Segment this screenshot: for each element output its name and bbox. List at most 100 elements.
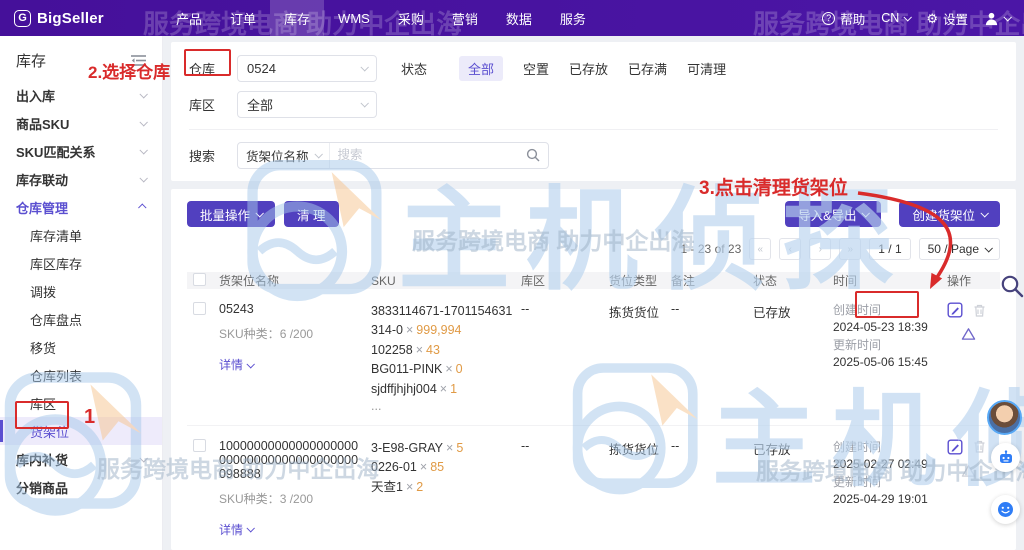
top-navbar: G BigSeller 产品 订单 库存 WMS 采购 营销 数据 服务 ? 帮… <box>0 0 1024 39</box>
sidebar-item-move-goods[interactable]: 移货 <box>0 333 162 361</box>
bigseller-app: G BigSeller 产品 订单 库存 WMS 采购 营销 数据 服务 ? 帮… <box>0 0 1024 550</box>
status-option-full[interactable]: 已存满 <box>628 59 667 78</box>
toolbar: 批量操作 清 理 导入&导出 创建货架位 <box>187 201 1000 227</box>
chevron-down-icon <box>246 524 255 533</box>
status-value: 已存放 <box>753 442 791 457</box>
detail-toggle[interactable]: 详情 <box>219 356 255 373</box>
sidebar-item-zone-stock[interactable]: 库区库存 <box>0 249 162 277</box>
chevron-down-icon <box>980 209 989 218</box>
sidebar-item-stock-list[interactable]: 库存清单 <box>0 221 162 249</box>
time-cell: 创建时间 2024-05-23 18:39 更新时间 2025-05-06 15… <box>833 303 928 370</box>
sidebar-item-product-sku[interactable]: 商品SKU <box>0 109 162 137</box>
row-checkbox[interactable] <box>193 302 206 315</box>
table-header: 货架位名称 SKU 库区 货位类型 备注 状态 时间 操作 <box>187 272 1000 289</box>
create-shelf-button[interactable]: 创建货架位 <box>899 201 1000 227</box>
zone-value: -- <box>521 302 530 316</box>
chevron-down-icon <box>246 359 255 369</box>
zone-value: -- <box>521 438 530 453</box>
filter-panel: 仓库 0524 状态 全部 空置 已存放 已存满 可清理 库区 全部 搜索 货架… <box>171 42 1016 181</box>
sidebar-item-inout[interactable]: 出入库 <box>0 81 162 109</box>
status-option-all[interactable]: 全部 <box>459 55 504 81</box>
status-label: 状态 <box>401 61 428 77</box>
status-filter: 全部 空置 已存放 已存满 可清理 <box>459 55 726 81</box>
page-indicator[interactable]: 1 / 1 <box>869 238 911 260</box>
bigseller-logo-icon: G <box>14 9 31 27</box>
chevron-down-icon <box>861 209 871 218</box>
feedback-button[interactable] <box>991 495 1020 524</box>
main-content: 仓库 0524 状态 全部 空置 已存放 已存满 可清理 库区 全部 搜索 货架… <box>163 36 1024 550</box>
prev-page-button[interactable]: ‹ <box>779 238 802 260</box>
search-box: 货架位名称 <box>237 141 549 169</box>
status-value: 已存放 <box>753 306 791 320</box>
sidebar-item-replenish[interactable]: 库内补货 <box>0 445 162 473</box>
delete-icon[interactable] <box>972 303 987 318</box>
sidebar-item-shelf[interactable]: 货架位 <box>0 417 162 445</box>
sidebar-item-distribution[interactable]: 分销商品 <box>0 473 162 501</box>
shelf-name: 1000000000000000000000000000000000000000… <box>219 438 359 481</box>
nav-item-service[interactable]: 服务 <box>546 0 600 36</box>
sidebar-title: 库存 <box>16 53 47 70</box>
detail-toggle[interactable]: 详情 <box>219 521 255 538</box>
status-option-stored[interactable]: 已存放 <box>569 59 608 78</box>
table-row: 1000000000000000000000000000000000000000… <box>187 426 1000 550</box>
batch-actions-button[interactable]: 批量操作 <box>187 201 276 227</box>
search-type-select[interactable]: 货架位名称 <box>238 142 330 168</box>
brand-logo[interactable]: G BigSeller <box>14 9 134 27</box>
sku-list: 3-E98-GRAY × 5 0226-01 × 85 天查1 × 2 <box>371 440 464 494</box>
robot-icon <box>999 449 1012 463</box>
warehouse-label: 仓库 <box>189 61 216 77</box>
shelf-type: 拣货货位 <box>609 442 660 457</box>
warehouse-select[interactable]: 0524 <box>237 54 377 82</box>
search-input[interactable] <box>329 148 526 162</box>
remark-value: -- <box>671 438 680 453</box>
remark-value: -- <box>671 302 680 316</box>
sidebar-item-sku-match[interactable]: SKU匹配关系 <box>0 137 162 165</box>
chevron-down-icon <box>255 209 264 218</box>
sidebar-item-stocktake[interactable]: 仓库盘点 <box>0 305 162 333</box>
edit-icon[interactable] <box>947 439 963 455</box>
sidebar-item-warehouse-list[interactable]: 仓库列表 <box>0 361 162 389</box>
time-cell: 创建时间 2025-02-27 02:49 更新时间 2025-04-29 19… <box>833 439 928 507</box>
sidebar-item-transfer[interactable]: 调拨 <box>0 277 162 305</box>
page-size-select[interactable]: 50 / Page <box>918 238 1000 260</box>
collapse-sidebar-icon[interactable] <box>131 54 146 67</box>
first-page-button[interactable]: « <box>749 238 772 260</box>
chevron-down-icon <box>313 150 323 159</box>
import-export-button[interactable]: 导入&导出 <box>785 201 882 227</box>
pagination: 1 - 23 of 23 « ‹ › » 1 / 1 50 / Page <box>187 238 1000 260</box>
chevron-down-icon <box>984 244 993 253</box>
shelf-type: 拣货货位 <box>609 306 660 320</box>
watermark-navbar-text: 服务跨境电商 助力中企出海 <box>143 9 463 39</box>
viewer-magnifier-icon[interactable] <box>1000 274 1024 298</box>
row-checkbox[interactable] <box>193 438 206 452</box>
search-icon[interactable] <box>526 148 540 162</box>
watermark-navbar-text: 服务跨境电商 助力中企出海 <box>753 9 1024 39</box>
table-row: 05243 SKU种类：6 /200 详情 3833114671-1701154… <box>187 289 1000 426</box>
pagination-range: 1 - 23 of 23 <box>680 242 742 256</box>
status-option-empty[interactable]: 空置 <box>523 59 549 78</box>
sidebar-item-warehouse-mgmt[interactable]: 仓库管理 <box>0 193 162 221</box>
smiley-icon <box>998 502 1013 517</box>
clean-button[interactable]: 清 理 <box>284 201 339 227</box>
zone-select[interactable]: 全部 <box>237 90 377 118</box>
chevron-down-icon <box>139 454 148 463</box>
sidebar: 库存 出入库 商品SKU SKU匹配关系 库存联动 仓库管理 库存清单 库区库存… <box>0 36 163 550</box>
clean-shelf-icon[interactable] <box>961 327 976 341</box>
clean-shelf-icon[interactable] <box>961 464 976 478</box>
nav-item-data[interactable]: 数据 <box>492 0 546 36</box>
chevron-up-icon <box>138 203 147 212</box>
next-page-button[interactable]: › <box>809 238 832 260</box>
status-option-cleanable[interactable]: 可清理 <box>687 59 726 78</box>
chevron-down-icon <box>139 174 148 183</box>
edit-icon[interactable] <box>947 302 963 318</box>
select-all-checkbox[interactable] <box>193 272 206 286</box>
assistant-button[interactable] <box>991 443 1020 472</box>
avatar[interactable] <box>987 400 1022 435</box>
zone-label: 库区 <box>189 97 216 113</box>
delete-icon[interactable] <box>972 439 987 454</box>
sidebar-item-zone[interactable]: 库区 <box>0 389 162 417</box>
chevron-down-icon <box>139 118 148 127</box>
chevron-down-icon <box>139 90 148 99</box>
sidebar-item-stock-link[interactable]: 库存联动 <box>0 165 162 193</box>
last-page-button[interactable]: » <box>839 238 862 260</box>
